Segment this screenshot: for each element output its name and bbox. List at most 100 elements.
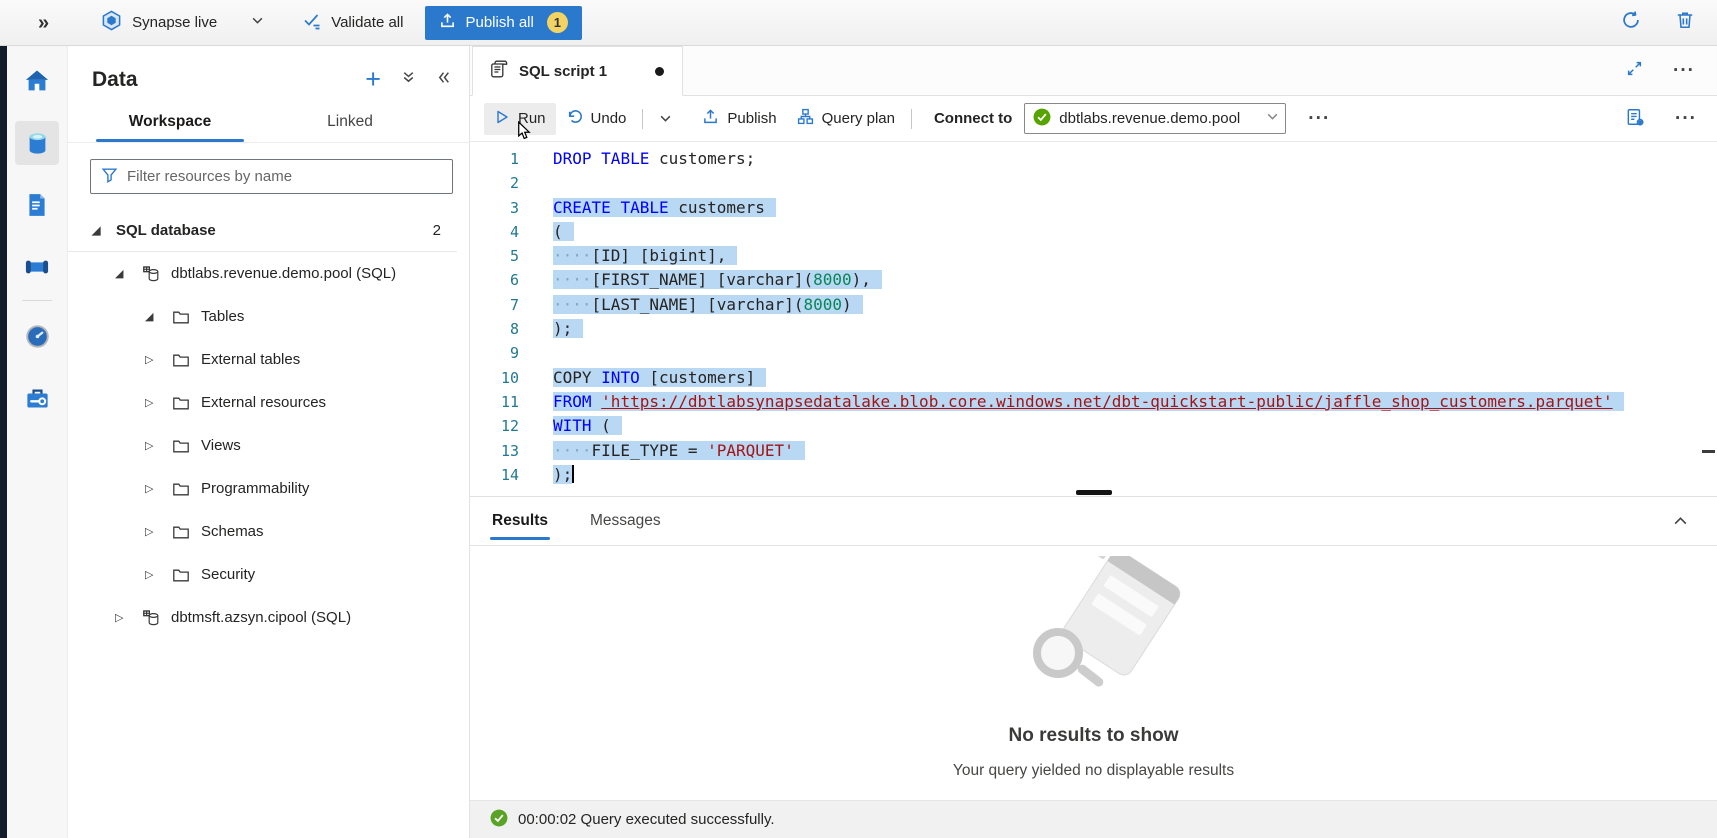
folder-icon — [171, 350, 191, 370]
twisty-expanded-icon[interactable]: ◢ — [92, 224, 106, 237]
line-content: ); — [553, 463, 574, 487]
tree-item[interactable]: ▷Schemas — [68, 510, 469, 553]
filter-resources-box — [90, 159, 453, 194]
code-line[interactable]: 8); — [470, 317, 1717, 341]
no-results-illustration — [1001, 556, 1186, 711]
line-number: 6 — [470, 268, 553, 292]
publish-all-button[interactable]: Publish all 1 — [425, 6, 581, 40]
refresh-icon[interactable] — [1621, 10, 1641, 35]
collapse-panel-icon[interactable] — [436, 70, 451, 90]
run-button[interactable]: Run — [484, 103, 556, 135]
undo-button[interactable]: Undo — [556, 103, 637, 135]
twisty-expanded-icon[interactable]: ◢ — [115, 267, 129, 280]
code-line[interactable]: 12WITH ( — [470, 414, 1717, 438]
folder-icon — [171, 307, 191, 327]
nav-monitor-button[interactable] — [13, 305, 61, 367]
filter-resources-input[interactable] — [127, 168, 442, 185]
expand-panel-icon[interactable]: » — [38, 13, 49, 33]
tree-root-sql-database[interactable]: ◢ SQL database 2 — [68, 210, 457, 252]
twisty-collapsed-icon[interactable]: ▷ — [145, 353, 159, 366]
twisty-expanded-icon[interactable]: ◢ — [145, 310, 159, 323]
tab-linked[interactable]: Linked — [274, 113, 426, 142]
nav-home-button[interactable] — [13, 50, 61, 112]
discard-all-icon[interactable] — [1675, 10, 1695, 35]
synapse-logo-icon — [101, 10, 122, 35]
splitter-handle[interactable] — [1076, 490, 1112, 495]
tree-item[interactable]: ▷ External resources — [68, 381, 469, 424]
empty-results-title: No results to show — [1009, 725, 1179, 747]
develop-icon — [15, 183, 59, 227]
window-edge — [0, 46, 7, 838]
tree-item[interactable]: ▷External tables — [68, 338, 469, 381]
twisty-collapsed-icon[interactable]: ▷ — [145, 525, 159, 538]
success-check-icon — [490, 809, 508, 831]
tree-item[interactable]: ▷Security — [68, 553, 469, 596]
expand-editor-icon[interactable] — [1626, 60, 1643, 82]
twisty-collapsed-icon[interactable]: ▷ — [115, 611, 129, 624]
tree-item[interactable]: ◢Tables — [68, 295, 469, 338]
environment-selector[interactable]: Synapse live — [101, 10, 264, 35]
publish-button[interactable]: Publish — [692, 103, 786, 135]
twisty-collapsed-icon[interactable]: ▷ — [145, 568, 159, 581]
query-plan-button[interactable]: Query plan — [787, 103, 905, 135]
toolbar-more-icon[interactable]: ··· — [1675, 109, 1697, 128]
tab-messages[interactable]: Messages — [582, 497, 669, 545]
connect-pool-dropdown[interactable]: dbtlabs.revenue.demo.pool — [1024, 103, 1286, 134]
connect-more-icon[interactable]: ··· — [1308, 109, 1330, 128]
nav-integrate-button[interactable] — [13, 236, 61, 298]
nav-develop-button[interactable] — [13, 174, 61, 236]
line-number: 8 — [470, 317, 553, 341]
tree-item[interactable]: ◢ dbtlabs.revenue.demo.pool (SQL) — [68, 252, 469, 295]
twisty-collapsed-icon[interactable]: ▷ — [145, 396, 159, 409]
code-line[interactable]: 3CREATE TABLE customers — [470, 196, 1717, 220]
query-plan-label: Query plan — [822, 110, 895, 127]
pool-name: dbtlabs.revenue.demo.pool — [1059, 110, 1258, 127]
tab-results[interactable]: Results — [484, 497, 556, 545]
code-line[interactable]: 7····[LAST_NAME] [varchar](8000) — [470, 293, 1717, 317]
line-content: WITH ( — [553, 414, 622, 438]
properties-icon[interactable] — [1625, 107, 1645, 131]
nav-data-button[interactable] — [13, 112, 61, 174]
publish-count-badge: 1 — [547, 12, 568, 33]
empty-results-subtitle: Your query yielded no displayable result… — [953, 762, 1234, 780]
validate-all-button[interactable]: Validate all — [290, 6, 415, 40]
tree-item-label: dbtlabs.revenue.demo.pool (SQL) — [171, 265, 396, 282]
code-line[interactable]: 1DROP TABLE customers; — [470, 147, 1717, 171]
tree-root-label: SQL database — [116, 222, 216, 239]
folder-icon — [171, 522, 191, 542]
tree-item-label: External resources — [201, 394, 326, 411]
tab-workspace[interactable]: Workspace — [94, 113, 246, 142]
tree-item[interactable]: ▷dbtmsft.azsyn.cipool (SQL) — [68, 596, 469, 639]
undo-redo-dropdown[interactable] — [649, 103, 682, 135]
data-icon — [15, 121, 59, 165]
code-line[interactable]: 4( — [470, 220, 1717, 244]
collapse-all-icon[interactable] — [401, 70, 416, 90]
tree-item[interactable]: ▷Views — [68, 424, 469, 467]
tab-sql-script-1[interactable]: SQL script 1 — [472, 46, 683, 96]
sql-code-editor[interactable]: 1DROP TABLE customers;23CREATE TABLE cus… — [470, 142, 1717, 489]
nav-manage-button[interactable] — [13, 367, 61, 429]
filter-icon — [101, 166, 118, 188]
twisty-collapsed-icon[interactable]: ▷ — [145, 439, 159, 452]
results-panel: Results Messages — [470, 496, 1717, 838]
line-content: ); — [553, 317, 583, 341]
database-icon — [141, 608, 161, 628]
tree-item[interactable]: ▷Programmability — [68, 467, 469, 510]
code-line[interactable]: 14); — [470, 463, 1717, 487]
toolbar-separator — [911, 109, 912, 129]
collapse-results-icon[interactable] — [1672, 513, 1689, 530]
code-line[interactable]: 10COPY INTO [customers] — [470, 366, 1717, 390]
resource-tree: ◢ SQL database 2 ◢ dbtlabs.revenue.demo.p… — [68, 210, 469, 639]
code-line[interactable]: 11FROM 'https://dbtlabsynapsedatalake.bl… — [470, 390, 1717, 414]
code-line[interactable]: 2 — [470, 171, 1717, 195]
sql-script-icon — [489, 59, 509, 83]
code-line[interactable]: 9 — [470, 341, 1717, 365]
twisty-collapsed-icon[interactable]: ▷ — [145, 482, 159, 495]
run-label: Run — [518, 110, 546, 127]
code-line[interactable]: 13····FILE_TYPE = 'PARQUET' — [470, 439, 1717, 463]
add-resource-button[interactable]: + — [365, 66, 381, 93]
code-line[interactable]: 5····[ID] [bigint], — [470, 244, 1717, 268]
line-number: 13 — [470, 439, 553, 463]
tab-more-actions-icon[interactable]: ··· — [1673, 61, 1695, 80]
code-line[interactable]: 6····[FIRST_NAME] [varchar](8000), — [470, 268, 1717, 292]
